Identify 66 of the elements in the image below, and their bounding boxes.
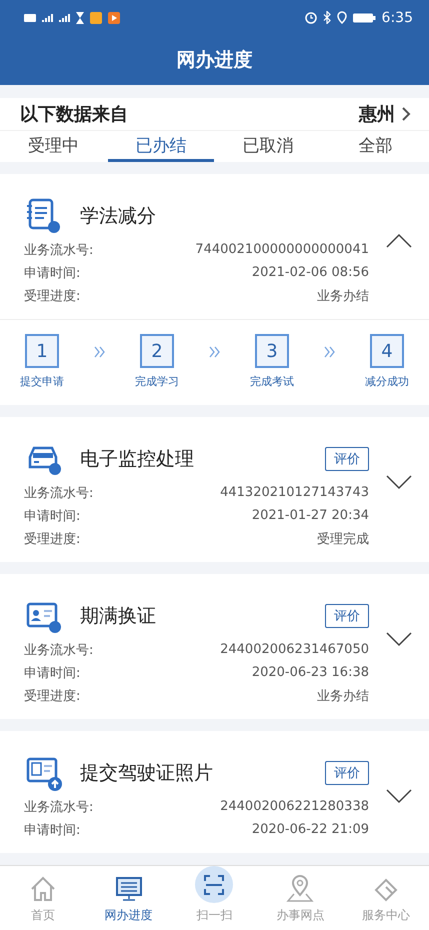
bluetooth-icon <box>322 11 331 24</box>
field-label: 业务流水号: <box>24 642 94 658</box>
rate-button[interactable]: 评价 <box>325 761 369 785</box>
record-title: 期满换证 <box>80 604 157 629</box>
field-value: 244002006221280338 <box>220 799 369 814</box>
record-title: 提交驾驶证照片 <box>80 761 214 786</box>
signal-icon <box>59 14 70 22</box>
field-value: 2020-06-23 16:38 <box>252 665 369 680</box>
field-value: 受理完成 <box>317 530 369 548</box>
field-label: 申请时间: <box>24 822 80 838</box>
rate-button[interactable]: 评价 <box>325 604 369 628</box>
field-label: 业务流水号: <box>24 798 94 816</box>
step-number: 4 <box>370 334 404 368</box>
step-label: 减分成功 <box>365 374 409 389</box>
field-value: 业务办结 <box>317 688 369 704</box>
hourglass-icon <box>76 12 84 24</box>
double-chevron-icon <box>208 346 220 358</box>
field-label: 业务流水号: <box>24 242 94 258</box>
location-pin-icon <box>285 875 316 903</box>
step-number: 1 <box>25 334 59 368</box>
record-title: 电子监控处理 <box>80 447 195 472</box>
step-number: 2 <box>140 334 174 368</box>
chevron-down-icon <box>386 632 412 648</box>
source-label: 以下数据来自 <box>20 103 128 126</box>
field-value: 2020-06-22 21:09 <box>252 822 369 837</box>
field-label: 受理进度: <box>24 288 80 304</box>
page-title: 网办进度 <box>176 48 254 73</box>
step-label: 完成学习 <box>135 374 179 389</box>
city-selector[interactable]: 惠州 <box>359 102 411 126</box>
field-label: 申请时间: <box>24 664 80 682</box>
alarm-icon <box>304 12 317 24</box>
status-time: 6:35 <box>382 10 413 26</box>
field-value: 744002100000000000041 <box>195 242 369 257</box>
scan-icon <box>195 866 234 903</box>
field-value: 2021-02-06 08:56 <box>252 265 369 280</box>
chevron-down-icon <box>386 789 412 805</box>
double-chevron-icon <box>324 346 336 358</box>
status-tab[interactable]: 全部 <box>322 131 429 162</box>
signal-icon <box>42 14 53 22</box>
field-label: 申请时间: <box>24 264 80 282</box>
monitor-icon <box>114 875 144 903</box>
field-label: 申请时间: <box>24 508 80 524</box>
status-tab[interactable]: 受理中 <box>0 131 108 162</box>
play-app-icon <box>108 12 120 24</box>
record-title: 学法减分 <box>80 204 157 229</box>
app-notification-icon <box>90 12 102 24</box>
battery-icon <box>352 12 376 22</box>
field-value: 244002006231467050 <box>220 642 369 657</box>
field-label: 业务流水号: <box>24 484 94 502</box>
step-label: 提交申请 <box>20 374 64 389</box>
status-tab[interactable]: 已取消 <box>214 131 322 162</box>
rate-button[interactable]: 评价 <box>325 447 369 471</box>
nav-item[interactable]: 网办进度 <box>86 866 172 930</box>
status-tab[interactable]: 已办结 <box>108 131 214 162</box>
field-label: 受理进度: <box>24 688 80 704</box>
double-chevron-icon <box>94 346 106 358</box>
step-label: 完成考试 <box>250 374 294 389</box>
field-value: 2021-01-27 20:34 <box>252 508 369 523</box>
chevron-up-icon <box>386 232 412 248</box>
step-number: 3 <box>255 334 289 368</box>
field-value: 441320210127143743 <box>220 485 369 500</box>
location-icon <box>336 11 347 24</box>
chevron-right-icon <box>401 106 411 122</box>
chevron-down-icon <box>386 475 412 491</box>
field-value: 业务办结 <box>317 288 369 304</box>
field-label: 受理进度: <box>24 530 80 548</box>
